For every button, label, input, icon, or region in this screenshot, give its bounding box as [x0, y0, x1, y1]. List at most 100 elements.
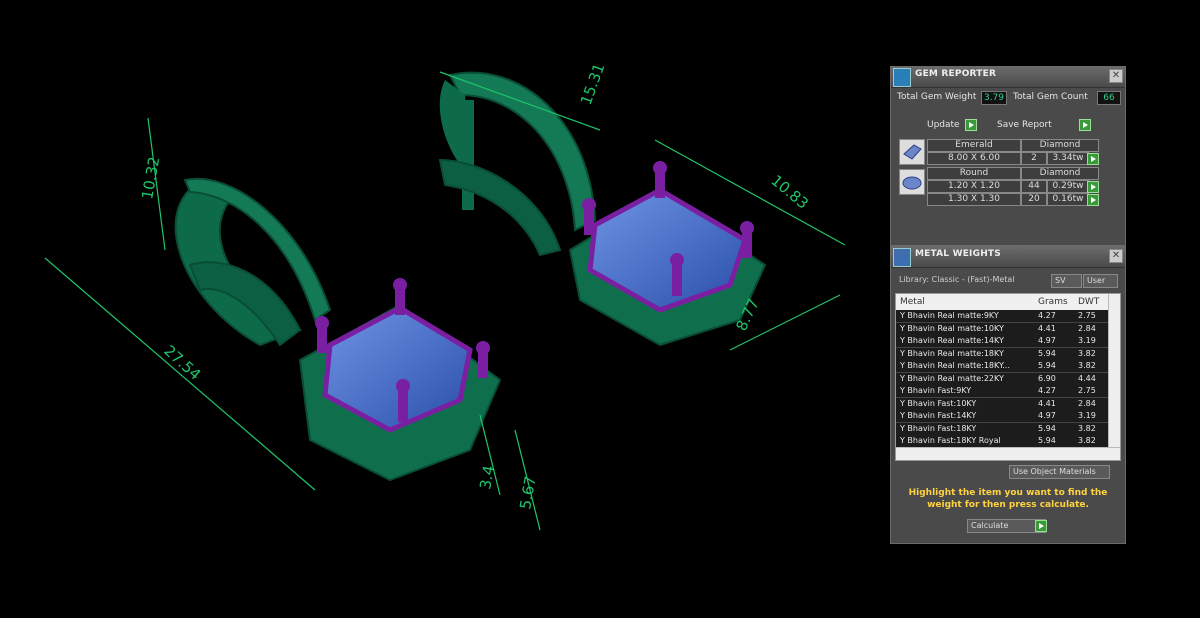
grams-cell: 4.97	[1038, 336, 1056, 345]
user-label: User	[1087, 276, 1106, 285]
flask-icon	[893, 248, 911, 267]
grams-cell: 5.94	[1038, 423, 1056, 433]
dwt-cell: 3.82	[1078, 361, 1096, 370]
grams-cell: 5.94	[1038, 361, 1056, 370]
metal-cell: Y Bhavin Fast:18KY Royal	[900, 436, 1001, 445]
table-row[interactable]: Y Bhavin Fast:14KY 4.97 3.19	[896, 410, 1108, 423]
grams-cell: 4.27	[1038, 386, 1056, 395]
save-report-label: Save Report	[997, 120, 1052, 130]
grams-cell: 4.27	[1038, 311, 1056, 320]
dwt-cell: 3.19	[1078, 336, 1096, 345]
gem-size: 8.00 X 6.00	[927, 152, 1021, 165]
dimension-label: 3.4	[476, 464, 498, 491]
metal-weights-title: METAL WEIGHTS	[915, 249, 1001, 259]
metal-cell: Y Bhavin Real matte:18KY	[900, 348, 1004, 358]
dwt-cell: 2.84	[1078, 323, 1096, 333]
table-row[interactable]: Y Bhavin Real matte:9KY 4.27 2.75	[896, 310, 1108, 323]
table-row[interactable]: Y Bhavin Real matte:14KY 4.97 3.19	[896, 335, 1108, 348]
save-report-button[interactable]	[1079, 119, 1091, 131]
metal-cell: Y Bhavin Fast:9KY	[900, 386, 972, 395]
metal-weights-table[interactable]: Metal Grams DWT Y Bhavin Real matte:9KY 4…	[895, 293, 1121, 461]
total-gem-count-value: 66	[1097, 91, 1121, 105]
gem-select-button[interactable]	[1087, 194, 1099, 206]
gem-select-button[interactable]	[1087, 181, 1099, 193]
gem-reporter-panel: GEM REPORTER ✕ Total Gem Weight 3.79 Tot…	[890, 66, 1126, 246]
grams-cell: 4.41	[1038, 323, 1056, 333]
left-earring	[174, 177, 502, 482]
grams-cell: 4.97	[1038, 411, 1056, 420]
grams-cell: 5.94	[1038, 348, 1056, 358]
library-label: Library: Classic - (Fast)-Metal	[899, 275, 1015, 284]
total-gem-count-label: Total Gem Count	[1013, 92, 1088, 102]
metal-cell: Y Bhavin Real matte:22KY	[900, 373, 1004, 383]
dwt-cell: 3.19	[1078, 411, 1096, 420]
gem-shape-emerald: Emerald	[927, 139, 1021, 152]
dimension-label: 5.67	[516, 475, 540, 511]
close-icon[interactable]: ✕	[1109, 69, 1123, 83]
metal-cell: Y Bhavin Fast:14KY	[900, 411, 977, 420]
dimension-label: 15.31	[577, 61, 609, 108]
table-row[interactable]: Y Bhavin Real matte:18KY... 5.94 3.82	[896, 360, 1108, 373]
gem-size: 1.20 X 1.20	[927, 180, 1021, 193]
gem-count: 20	[1021, 193, 1047, 206]
close-icon[interactable]: ✕	[1109, 249, 1123, 263]
gem-select-button[interactable]	[1087, 153, 1099, 165]
gem-count: 44	[1021, 180, 1047, 193]
horizontal-scrollbar[interactable]	[896, 447, 1120, 460]
table-row[interactable]: Y Bhavin Real matte:22KY 6.90 4.44	[896, 372, 1108, 386]
sv-button[interactable]: SV	[1051, 274, 1082, 288]
gem-reporter-logo-icon	[893, 68, 911, 87]
table-row[interactable]: Y Bhavin Fast:10KY 4.41 2.84	[896, 397, 1108, 411]
use-object-materials-button[interactable]: Use Object Materials	[1009, 465, 1110, 479]
metal-weights-titlebar[interactable]: METAL WEIGHTS ✕	[891, 247, 1125, 268]
grams-cell: 6.90	[1038, 373, 1056, 383]
gem-weight: 0.29tw	[1047, 180, 1089, 193]
calculate-label: Calculate	[971, 521, 1009, 530]
table-row[interactable]: Y Bhavin Real matte:18KY 5.94 3.82	[896, 347, 1108, 361]
gem-size: 1.30 X 1.30	[927, 193, 1021, 206]
dwt-cell: 3.82	[1078, 348, 1096, 358]
dwt-cell: 2.75	[1078, 311, 1096, 320]
vertical-scrollbar[interactable]	[1108, 294, 1120, 448]
total-gem-weight-value: 3.79	[981, 91, 1007, 105]
update-button[interactable]	[965, 119, 977, 131]
table-row[interactable]: Y Bhavin Real matte:10KY 4.41 2.84	[896, 322, 1108, 336]
metal-cell: Y Bhavin Real matte:9KY	[900, 311, 999, 320]
table-row[interactable]: Y Bhavin Fast:9KY 4.27 2.75	[896, 385, 1108, 398]
user-button[interactable]: User	[1083, 274, 1118, 288]
use-object-materials-label: Use Object Materials	[1013, 467, 1096, 476]
dwt-cell: 3.82	[1078, 423, 1096, 433]
column-header-metal[interactable]: Metal	[896, 294, 1035, 310]
gem-stone-round: Diamond	[1021, 167, 1099, 180]
right-earring	[438, 71, 767, 347]
gem-shape-round: Round	[927, 167, 1021, 180]
dimension-label: 10.32	[138, 155, 163, 200]
update-label: Update	[927, 120, 960, 130]
metal-cell: Y Bhavin Fast:10KY	[900, 398, 977, 408]
instruction-text: Highlight the item you want to find the …	[908, 488, 1108, 510]
metal-weights-panel: METAL WEIGHTS ✕ Library: Classic - (Fast…	[890, 246, 1126, 544]
grams-cell: 5.94	[1038, 436, 1056, 445]
metal-cell: Y Bhavin Real matte:18KY...	[900, 361, 1010, 370]
gem-reporter-title: GEM REPORTER	[915, 69, 997, 79]
dwt-cell: 2.84	[1078, 398, 1096, 408]
gem-count: 2	[1021, 152, 1047, 165]
calculate-go-icon[interactable]	[1035, 520, 1047, 532]
sv-label: SV	[1055, 276, 1066, 285]
dwt-cell: 4.44	[1078, 373, 1096, 383]
dwt-cell: 3.82	[1078, 436, 1096, 445]
gem-reporter-titlebar[interactable]: GEM REPORTER ✕	[891, 67, 1125, 88]
gem-weight: 0.16tw	[1047, 193, 1089, 206]
table-row[interactable]: Y Bhavin Fast:18KY 5.94 3.82	[896, 422, 1108, 436]
gem-stone-emerald: Diamond	[1021, 139, 1099, 152]
emerald-cut-gem-icon	[899, 139, 925, 165]
metal-cell: Y Bhavin Real matte:10KY	[900, 323, 1004, 333]
metal-cell: Y Bhavin Real matte:14KY	[900, 336, 1004, 345]
metal-cell: Y Bhavin Fast:18KY	[900, 423, 977, 433]
total-gem-weight-label: Total Gem Weight	[897, 92, 977, 102]
grams-cell: 4.41	[1038, 398, 1056, 408]
gem-weight: 3.34tw	[1047, 152, 1089, 165]
round-gem-icon	[899, 169, 925, 195]
column-header-grams[interactable]: Grams	[1034, 294, 1075, 310]
dwt-cell: 2.75	[1078, 386, 1096, 395]
